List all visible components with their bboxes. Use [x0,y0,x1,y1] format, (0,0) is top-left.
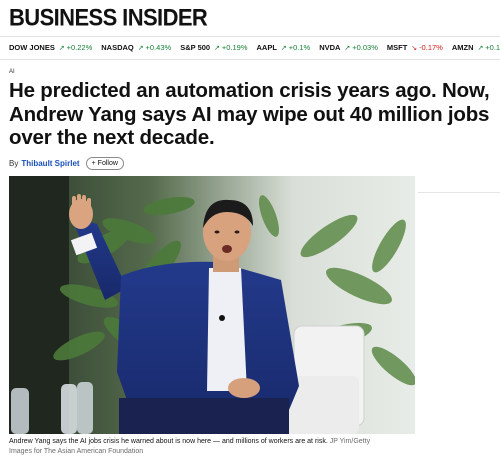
article-hero-image[interactable] [9,176,415,434]
author-link[interactable]: Thibault Spirlet [21,159,79,168]
ticker-change-value: +0.22% [66,43,93,52]
ticker-symbol: S&P 500 [180,43,211,52]
ticker-symbol: MSFT [386,43,408,52]
arrow-up-icon: ↗ [212,45,222,52]
ticker-change: ↗ +0.19% [212,43,247,52]
ticker-symbol: NVDA [319,43,341,52]
ticker-change-value: +0.1% [288,43,311,52]
ticker-change: ↗ +0.1% [476,43,500,52]
ticker-change: ↗ +0.03% [342,43,377,52]
arrow-up-icon: ↗ [342,45,353,52]
ticker-change-value: -0.17% [419,43,443,52]
ticker-change-value: +0.03% [352,43,378,52]
byline-prefix: By [9,158,19,168]
ticker-change: ↗ +0.22% [57,43,92,52]
ticker-change-value: +0.19% [221,43,248,52]
arrow-up-icon: ↗ [135,45,146,52]
section-tag[interactable]: AI [9,69,15,75]
ticker-change: ↘ -0.17% [409,43,443,52]
ticker-change-value: +0.1% [485,43,500,52]
ticker-change: ↗ +0.43% [136,43,171,52]
arrow-up-icon: ↗ [475,45,486,52]
ticker-item[interactable]: MSFT ↘ -0.17% [378,37,443,59]
business-insider-logo[interactable]: BUSINESS INSIDER [9,4,208,32]
ticker-item[interactable]: NASDAQ ↗ +0.43% [92,37,171,59]
ticker-item[interactable]: S&P 500 ↗ +0.19% [171,37,247,59]
follow-button[interactable]: + Follow [85,156,124,170]
ticker-change: ↗ +0.1% [279,43,310,52]
ticker-symbol: AMZN [451,43,474,52]
arrow-up-icon: ↗ [56,45,67,52]
arrow-up-icon: ↗ [278,45,289,52]
ticker-change-value: +0.43% [145,43,172,52]
ticker-symbol: DOW JONES [9,43,55,52]
byline: By Thibault Spirlet + Follow [9,156,124,170]
ticker-symbol: NASDAQ [101,43,134,52]
follow-label: Follow [97,159,118,167]
ticker-item[interactable]: DOW JONES ↗ +0.22% [0,37,92,59]
masthead: BUSINESS INSIDER [9,4,208,32]
photo-illustration [9,176,415,434]
caption-text: Andrew Yang says the AI jobs crisis he w… [9,438,328,445]
image-caption: Andrew Yang says the AI jobs crisis he w… [9,437,384,456]
ticker-item[interactable]: NVDA ↗ +0.03% [310,37,378,59]
ticker-item[interactable]: AMZN ↗ +0.1% [443,37,500,59]
ticker-item[interactable]: AAPL ↗ +0.1% [248,37,311,59]
right-rail-divider [418,192,500,193]
arrow-down-icon: ↘ [409,45,420,52]
plus-icon: + [91,159,96,167]
article-headline: He predicted an automation crisis years … [9,79,490,149]
ticker-symbol: AAPL [256,43,277,52]
market-ticker-bar: DOW JONES ↗ +0.22% NASDAQ ↗ +0.43% S&P 500… [0,36,500,60]
